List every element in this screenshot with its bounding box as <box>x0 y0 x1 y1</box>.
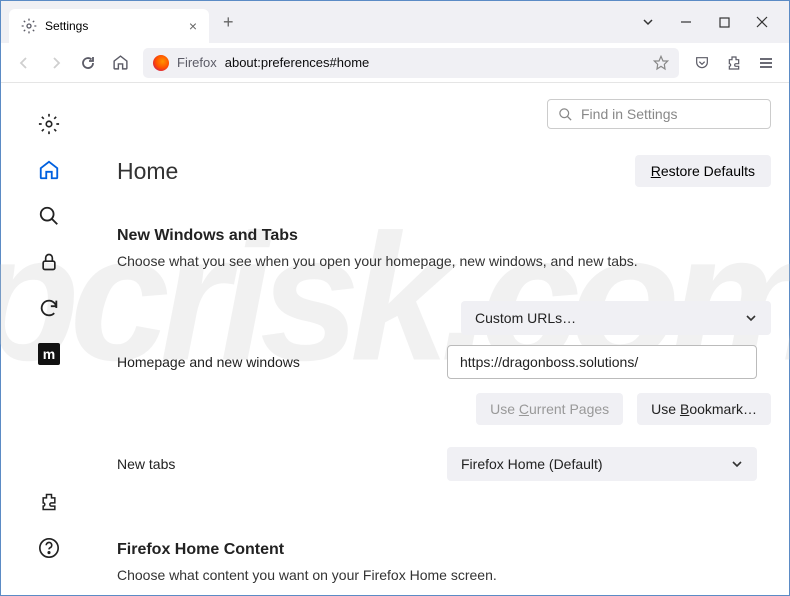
url-bar[interactable]: Firefox about:preferences#home <box>143 48 679 78</box>
newtabs-label: New tabs <box>117 456 433 472</box>
sidebar-help-icon[interactable] <box>38 537 60 559</box>
page-title: Home <box>117 158 178 185</box>
find-in-settings-input[interactable]: Find in Settings <box>547 99 771 129</box>
sidebar-sync-icon[interactable] <box>38 297 60 319</box>
sidebar-privacy-icon[interactable] <box>38 251 60 273</box>
pocket-icon[interactable] <box>693 54 711 72</box>
back-icon[interactable] <box>15 54 33 72</box>
window-controls <box>641 15 781 29</box>
restore-defaults-button[interactable]: Restore Defaults <box>635 155 771 187</box>
homepage-label: Homepage and new windows <box>117 354 433 370</box>
chevron-down-icon <box>731 458 743 470</box>
bookmark-star-icon[interactable] <box>653 55 669 71</box>
firefox-logo-icon <box>153 55 169 71</box>
use-bookmark-button[interactable]: Use Bookmark… <box>637 393 771 425</box>
menu-icon[interactable] <box>757 54 775 72</box>
homepage-mode-dropdown[interactable]: Custom URLs… <box>461 301 771 335</box>
browser-tab[interactable]: Settings × <box>9 9 209 43</box>
close-icon[interactable]: × <box>189 19 197 33</box>
search-placeholder: Find in Settings <box>581 106 678 122</box>
minimize-icon[interactable] <box>679 15 693 29</box>
newtabs-dropdown[interactable]: Firefox Home (Default) <box>447 447 757 481</box>
forward-icon[interactable] <box>47 54 65 72</box>
use-current-pages-button[interactable]: Use Current Pages <box>476 393 623 425</box>
sidebar-general-icon[interactable] <box>38 113 60 135</box>
homepage-url-input[interactable] <box>447 345 757 379</box>
reload-icon[interactable] <box>79 54 97 72</box>
gear-icon <box>21 18 37 34</box>
tab-strip: Settings × + <box>1 1 789 43</box>
home-icon[interactable] <box>111 54 129 72</box>
sidebar-extensions-icon[interactable] <box>38 491 60 513</box>
settings-main: Find in Settings Home Restore Defaults N… <box>97 83 789 595</box>
toolbar: Firefox about:preferences#home <box>1 43 789 83</box>
sidebar-home-icon[interactable] <box>38 159 60 181</box>
section-desc-new-windows: Choose what you see when you open your h… <box>117 253 771 269</box>
section-title-new-windows: New Windows and Tabs <box>117 227 771 245</box>
chevron-down-icon[interactable] <box>641 15 655 29</box>
url-host: Firefox <box>177 55 217 70</box>
section-desc-home-content: Choose what content you want on your Fir… <box>117 567 771 583</box>
sidebar-search-icon[interactable] <box>38 205 60 227</box>
new-tab-button[interactable]: + <box>217 8 240 37</box>
chevron-down-icon <box>745 312 757 324</box>
section-title-home-content: Firefox Home Content <box>117 541 771 559</box>
extensions-icon[interactable] <box>725 54 743 72</box>
close-window-icon[interactable] <box>755 15 769 29</box>
tab-title: Settings <box>45 19 181 33</box>
url-path: about:preferences#home <box>225 55 370 70</box>
maximize-icon[interactable] <box>717 15 731 29</box>
sidebar-more-icon[interactable]: m <box>38 343 60 365</box>
settings-sidebar: m <box>1 83 97 595</box>
